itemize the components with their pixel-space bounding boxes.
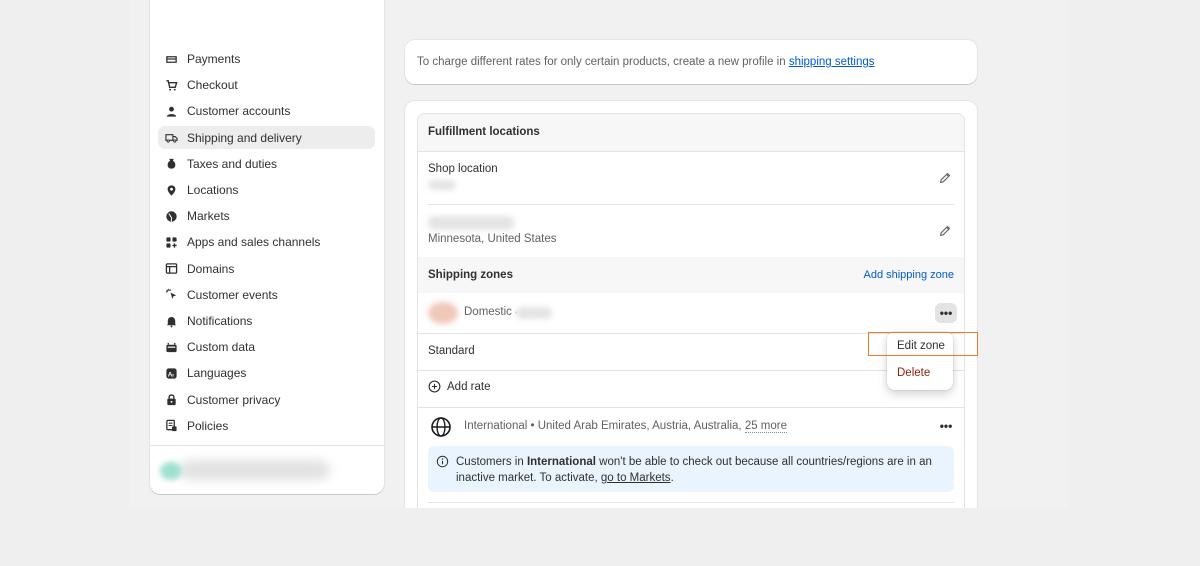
sidebar-item-label: Domains (187, 261, 235, 276)
info-text-part3: . (670, 472, 674, 484)
location-address: Minnesota, United States (428, 233, 557, 245)
payments-icon (164, 52, 178, 66)
sidebar-item-label: Customer events (187, 287, 278, 302)
settings-sidebar: Payments Checkout Customer accounts Shippin… (150, 0, 384, 494)
profile-info-card: To charge different rates for only certa… (405, 40, 977, 84)
lock-icon (164, 393, 178, 407)
sidebar-item-taxes-and-duties[interactable]: Taxes and duties (158, 152, 375, 175)
store-name-redacted[interactable] (180, 460, 330, 480)
divider (418, 370, 964, 371)
add-rate-label: Add rate (447, 380, 491, 393)
fulfillment-title: Fulfillment locations (428, 126, 540, 138)
sidebar-item-checkout[interactable]: Checkout (158, 74, 375, 97)
cursor-click-icon (164, 288, 178, 302)
plus-circle-icon (428, 380, 441, 393)
international-zone-countries: International • United Arab Emirates, Au… (464, 420, 745, 432)
globe-icon (164, 209, 178, 223)
sidebar-item-label: Shipping and delivery (187, 130, 302, 145)
edit-location-pencil-icon[interactable] (938, 224, 952, 238)
domestic-zone-name: Domestic (464, 306, 512, 318)
sidebar-item-label: Apps and sales channels (187, 235, 321, 250)
location-name-redacted (428, 216, 514, 230)
divider (428, 204, 954, 205)
domains-icon (164, 262, 178, 276)
sidebar-item-label: Markets (187, 209, 230, 224)
sidebar-item-notifications[interactable]: Notifications (158, 310, 375, 333)
domestic-zone-more-actions-button[interactable]: ••• (935, 303, 957, 323)
sidebar-item-shipping-and-delivery[interactable]: Shipping and delivery (158, 126, 375, 150)
divider (418, 151, 964, 152)
sidebar-item-markets[interactable]: Markets (158, 205, 375, 228)
sidebar-item-payments[interactable]: Payments (158, 48, 375, 71)
sidebar-item-label: Customer privacy (187, 392, 281, 407)
store-avatar[interactable] (160, 462, 182, 480)
info-icon (436, 455, 449, 468)
domestic-countries-redacted (516, 307, 552, 319)
go-to-markets-link[interactable]: go to Markets (601, 472, 671, 484)
international-more-countries[interactable]: 25 more (744, 420, 787, 433)
domestic-zone-label: Domestic • (464, 306, 518, 318)
cart-icon (164, 78, 178, 92)
fulfillment-header: Fulfillment locations (418, 114, 964, 151)
sidebar-item-label: Taxes and duties (187, 156, 278, 171)
sidebar-item-custom-data[interactable]: Custom data (158, 336, 375, 359)
sidebar-item-customer-accounts[interactable]: Customer accounts (158, 100, 375, 123)
divider (428, 502, 954, 503)
sidebar-item-domains[interactable]: Domains (158, 257, 375, 280)
edit-zone-highlight-box (868, 332, 978, 356)
settings-canvas: Payments Checkout Customer accounts Shippin… (130, 0, 1068, 508)
sidebar-item-languages[interactable]: Ax Languages (158, 362, 375, 385)
sidebar-item-label: Notifications (187, 314, 253, 328)
truck-icon (164, 131, 178, 145)
sidebar-item-label: Policies (187, 418, 229, 433)
tax-icon (164, 157, 178, 171)
divider (418, 407, 964, 408)
international-zone-label: International • United Arab Emirates, Au… (464, 420, 787, 433)
location-pin-icon (164, 183, 178, 197)
inactive-market-banner: Customers in International won't be able… (428, 446, 954, 492)
info-text-part1: Customers in (456, 456, 527, 468)
shipping-zones-title: Shipping zones (428, 269, 513, 281)
add-rate-button[interactable]: Add rate (428, 380, 490, 393)
profile-info-text: To charge different rates for only certa… (417, 56, 875, 68)
info-market-name: International (526, 456, 596, 468)
apps-icon (164, 235, 178, 249)
delete-zone-menu-item[interactable]: Delete (897, 367, 930, 379)
sidebar-item-label: Locations (187, 183, 239, 197)
edit-location-pencil-icon[interactable] (938, 171, 952, 185)
sidebar-item-policies[interactable]: Policies (158, 414, 375, 437)
language-icon: Ax (164, 366, 178, 380)
add-shipping-zone-link[interactable]: Add shipping zone (863, 269, 954, 281)
sidebar-item-apps-and-sales-channels[interactable]: Apps and sales channels (158, 231, 375, 254)
sidebar-divider (150, 445, 384, 446)
sidebar-item-label: Custom data (187, 340, 256, 355)
international-zone-more-actions-button[interactable]: ••• (935, 416, 957, 436)
domestic-flag-redacted (428, 302, 458, 324)
sidebar-item-customer-events[interactable]: Customer events (158, 283, 375, 306)
bell-icon (164, 314, 178, 328)
locations-zones-panel: Fulfillment locations Shop location Minn… (417, 113, 965, 508)
profile-info-label: To charge different rates for only certa… (417, 56, 789, 68)
location-address-redacted (428, 180, 456, 190)
shop-location-title: Shop location (428, 163, 498, 175)
sidebar-item-label: Languages (187, 366, 247, 381)
person-icon (164, 104, 178, 118)
inactive-market-message: Customers in International won't be able… (456, 454, 946, 486)
sidebar-item-label: Checkout (187, 78, 238, 93)
sidebar-item-label: Payments (187, 52, 241, 66)
sidebar-item-label: Customer accounts (187, 104, 291, 119)
database-icon (164, 340, 178, 354)
shipping-profile-card: Fulfillment locations Shop location Minn… (405, 101, 977, 508)
sidebar-item-locations[interactable]: Locations (158, 179, 375, 202)
rate-name: Standard (428, 345, 475, 357)
shipping-settings-link[interactable]: shipping settings (789, 56, 875, 68)
shipping-zones-header: Shipping zones Add shipping zone (418, 257, 964, 293)
globe-icon (431, 417, 451, 437)
policy-icon (164, 419, 178, 433)
sidebar-item-customer-privacy[interactable]: Customer privacy (158, 388, 375, 411)
